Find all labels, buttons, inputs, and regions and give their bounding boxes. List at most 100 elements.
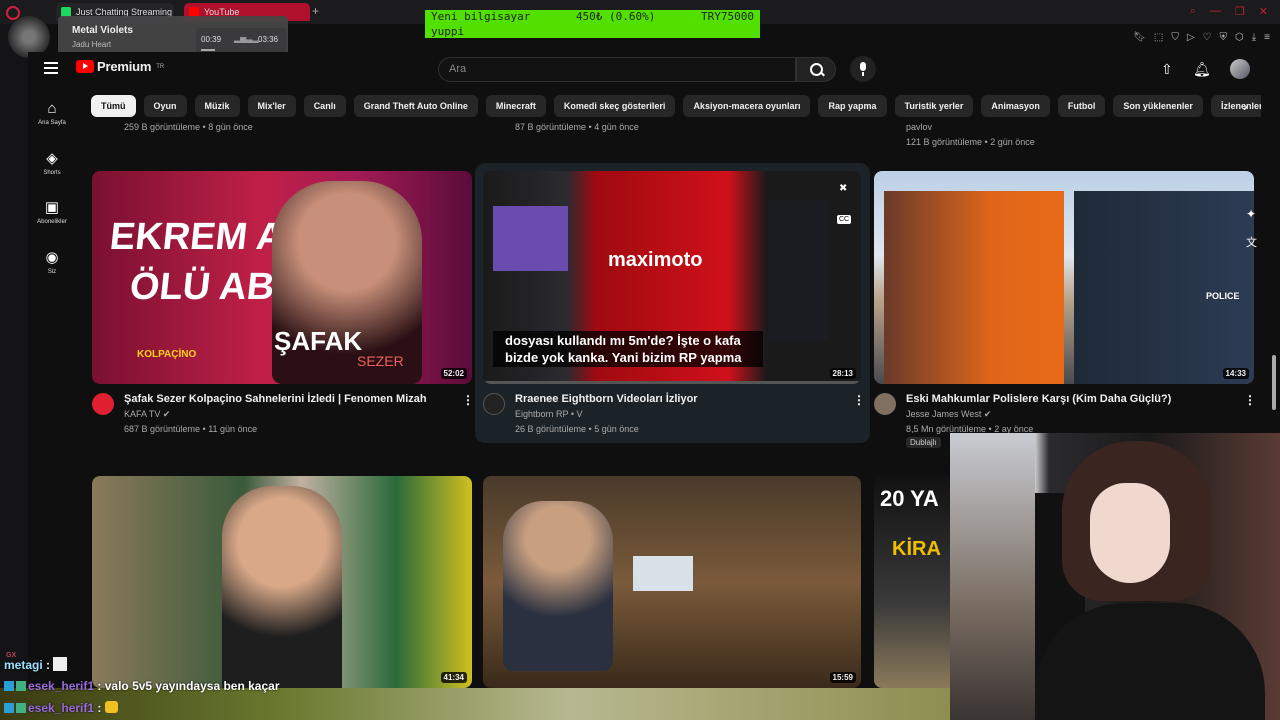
chevron-right-icon[interactable]: › xyxy=(1243,98,1248,114)
extensions-icon[interactable]: ⬡ xyxy=(1235,32,1244,43)
more-options-icon[interactable]: ⋮ xyxy=(462,393,474,407)
video-meta: 26 B görüntüleme • 5 gün önce xyxy=(515,424,639,434)
video-thumbnail[interactable]: EKREM ABİ ÖLÜ ABİ ŞAFAK SEZER KOLPAÇİNO … xyxy=(92,171,472,384)
chip[interactable]: Aksiyon-macera oyunları xyxy=(683,95,811,117)
streamer-webcam xyxy=(950,433,1280,720)
channel-avatar[interactable] xyxy=(874,393,896,415)
chip[interactable]: Canlı xyxy=(303,95,346,117)
screenshot-icon[interactable]: ⬚ xyxy=(1154,32,1163,43)
nav-home[interactable]: ⌂ Ana Sayfa xyxy=(30,100,74,126)
search-icon[interactable]: ⌕ xyxy=(1190,5,1196,18)
voice-search-icon[interactable] xyxy=(850,56,876,82)
video-title[interactable]: Rraenee Eightborn Videoları İzliyor xyxy=(515,393,698,405)
heart-icon[interactable]: ♡ xyxy=(1203,32,1212,43)
logo-text: Premium xyxy=(97,59,152,74)
channel-name[interactable]: KAFA TV xyxy=(124,409,160,419)
nav-shorts[interactable]: ◈ Shorts xyxy=(30,149,74,176)
video-thumbnail[interactable]: POLICE 14:33 xyxy=(874,171,1254,384)
chip[interactable]: Grand Theft Auto Online xyxy=(353,95,478,117)
video-title[interactable]: Eski Mahkumlar Polislere Karşı (Kim Daha… xyxy=(906,393,1171,405)
verified-icon: ✔ xyxy=(983,409,992,419)
chip[interactable]: Müzik xyxy=(194,95,240,117)
more-options-icon[interactable]: ⋮ xyxy=(1244,393,1256,407)
captions-button[interactable]: CC xyxy=(837,215,852,224)
dubbed-badge: Dublajlı xyxy=(906,437,941,448)
new-tab-button[interactable]: + xyxy=(312,4,319,18)
chip[interactable]: Animasyon xyxy=(981,95,1050,117)
video-thumbnail[interactable]: 15:59 xyxy=(483,476,861,688)
thumb-text: ÖLÜ ABİ xyxy=(127,266,288,308)
music-elapsed: 00:39 xyxy=(201,35,222,44)
ticker-sub: yuppi xyxy=(431,25,465,38)
channel-avatar[interactable] xyxy=(92,393,114,415)
nav-subscriptions[interactable]: ▣ Abonelikler xyxy=(30,198,74,225)
mute-icon[interactable]: ✖ xyxy=(839,183,847,194)
maximize-icon[interactable]: ❐ xyxy=(1235,5,1245,18)
player-icon[interactable]: ▷ xyxy=(1187,32,1195,43)
video-caption: dosyası kullandı mı 5m'de? İşte o kafa b… xyxy=(493,331,763,367)
chip[interactable]: Oyun xyxy=(143,95,187,117)
thumb-text: ŞAFAK xyxy=(274,326,363,356)
video-duration: 52:02 xyxy=(440,368,467,379)
chat-message: esek_herif1 : valo 5v5 yayındaysa ben ka… xyxy=(4,679,280,693)
channel-avatar[interactable] xyxy=(483,393,505,415)
chip[interactable]: Komedi skeç gösterileri xyxy=(553,95,676,117)
account-avatar[interactable] xyxy=(1230,59,1250,79)
chip[interactable]: Mix'ler xyxy=(247,95,296,117)
badge-icon xyxy=(16,703,26,713)
sidebar-image xyxy=(768,201,828,341)
home-icon: ⌂ xyxy=(47,100,57,117)
chip[interactable]: Tümü xyxy=(91,95,136,117)
badge-icon xyxy=(16,681,26,691)
badge-icon xyxy=(4,703,14,713)
video-duration: 15:59 xyxy=(829,672,856,683)
streamer-body xyxy=(1035,603,1265,720)
browser-toolbar-icons: 🔖︎ ⬚ ⛉ ▷ ♡ ⛨ ⬡ ⤓ ≡ xyxy=(1133,32,1270,43)
video-title[interactable]: Şafak Sezer Kolpaçino Sahnelerini İzledi… xyxy=(124,393,427,405)
video-thumbnail[interactable]: maximoto CC ✖ dosyası kullandı mı 5m'de?… xyxy=(483,171,861,384)
chip[interactable]: Rap yapma xyxy=(818,95,887,117)
chip[interactable]: Son yüklenenler xyxy=(1113,95,1203,117)
chat-message: esek_herif1 : xyxy=(4,701,118,715)
notifications-icon[interactable]: 🔔︎ xyxy=(1193,61,1211,78)
waveform-icon: ▂▅▃▂ xyxy=(234,34,259,43)
chip[interactable]: İzlenenler xyxy=(1210,95,1261,117)
scrollbar-thumb[interactable] xyxy=(1272,355,1276,410)
shield-icon[interactable]: ⛨ xyxy=(1220,32,1228,43)
logo-country: TR xyxy=(156,63,165,70)
emote-icon xyxy=(53,657,68,671)
ticker-label: Yeni bilgisayar xyxy=(431,10,531,23)
channel-name[interactable]: Eightborn RP • V xyxy=(515,409,583,419)
hamburger-menu-icon[interactable] xyxy=(44,62,58,74)
video-meta: 87 B görüntüleme • 4 gün önce xyxy=(515,122,639,132)
video-thumbnail[interactable]: 41:34 xyxy=(92,476,472,688)
minimize-icon[interactable]: — xyxy=(1210,5,1221,18)
verified-icon: ✔ xyxy=(162,409,171,419)
chip[interactable]: Turistik yerler xyxy=(894,95,974,117)
youtube-logo[interactable]: Premium TR xyxy=(76,59,164,74)
close-icon[interactable]: ✕ xyxy=(1259,5,1268,18)
bookmark-icon[interactable]: 🔖︎ xyxy=(1133,32,1146,43)
search-input[interactable]: Ara xyxy=(438,57,796,82)
chip[interactable]: Minecraft xyxy=(485,95,546,117)
channel-name[interactable]: pavlov xyxy=(906,122,932,132)
thumb-text: SEZER xyxy=(357,353,404,369)
search-button[interactable] xyxy=(796,57,836,82)
channel-name[interactable]: Jesse James West xyxy=(906,409,981,419)
shorts-icon: ◈ xyxy=(46,150,58,167)
menu-icon[interactable]: ≡ xyxy=(1264,32,1270,43)
video-thumbnail[interactable]: 20 YA KİRA xyxy=(874,476,950,688)
download-icon[interactable]: ⤓ xyxy=(1252,32,1256,43)
thumb-logo: maximoto xyxy=(608,249,703,271)
more-options-icon[interactable]: ⋮ xyxy=(853,393,865,407)
vpn-icon[interactable]: ⛉ xyxy=(1171,32,1179,43)
music-title: Metal Violets xyxy=(72,25,133,36)
chip[interactable]: Futbol xyxy=(1057,95,1106,117)
nav-you[interactable]: ◉ Siz xyxy=(30,248,74,275)
shelf-image xyxy=(950,433,1035,720)
translate-icon[interactable]: 文 xyxy=(1246,234,1257,250)
sparkle-icon[interactable]: ✦ xyxy=(1246,207,1256,221)
chat-username: esek_herif1 xyxy=(28,679,95,693)
upload-icon[interactable]: ⇧ xyxy=(1161,61,1173,78)
streamer-face xyxy=(1090,483,1170,583)
